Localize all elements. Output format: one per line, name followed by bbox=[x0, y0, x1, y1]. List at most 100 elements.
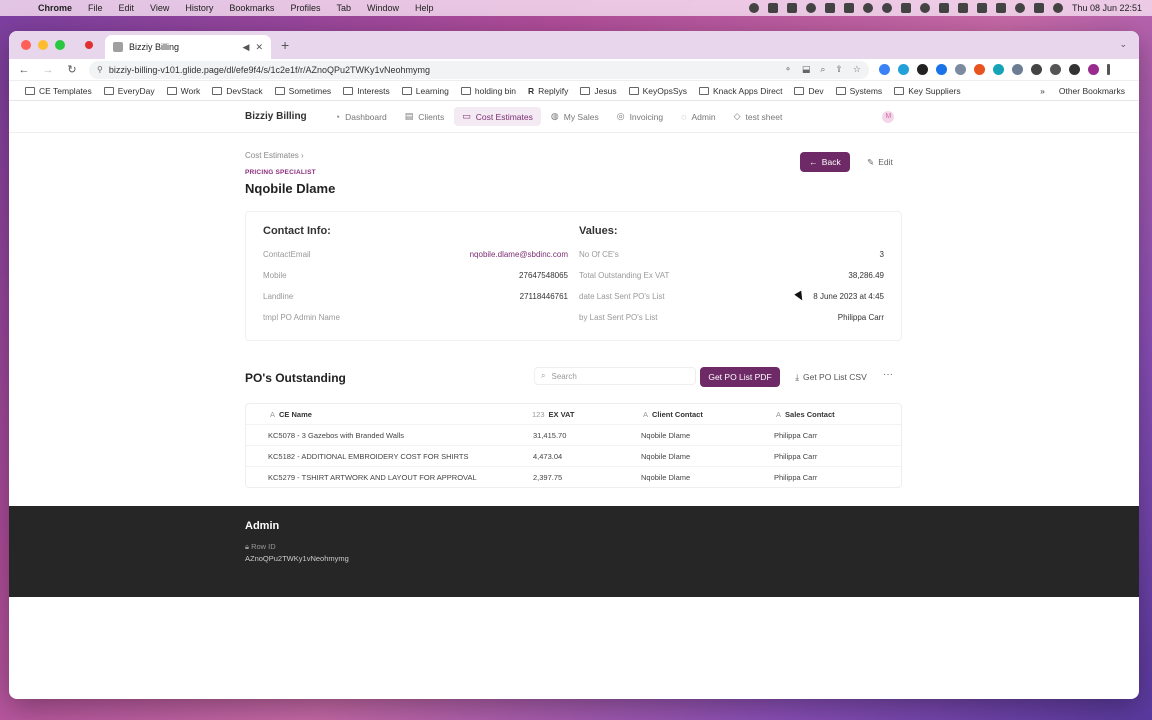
breadcrumb[interactable]: Cost Estimates › bbox=[245, 151, 304, 160]
menubar-clock[interactable]: Thu 08 Jun 22:51 bbox=[1072, 3, 1142, 13]
extension-icon-5[interactable] bbox=[955, 64, 966, 75]
extension-icon-2[interactable] bbox=[898, 64, 909, 75]
download-icon[interactable] bbox=[1050, 64, 1061, 75]
tab-search-icon[interactable]: ⌄ bbox=[1119, 39, 1127, 50]
site-info-icon[interactable]: ⚲ bbox=[97, 65, 103, 74]
extension-icon-1[interactable] bbox=[879, 64, 890, 75]
table-row[interactable]: KC5078 - 3 Gazebos with Branded Walls 31… bbox=[246, 425, 901, 446]
nav-test-sheet[interactable]: ◇ test sheet bbox=[726, 107, 791, 126]
table-row[interactable]: KC5182 - ADDITIONAL EMBROIDERY COST FOR … bbox=[246, 446, 901, 467]
bookmark-star-icon[interactable]: ☆ bbox=[853, 64, 861, 75]
bookmark-jesus[interactable]: Jesus bbox=[574, 86, 622, 96]
drive-icon[interactable] bbox=[862, 3, 873, 13]
volume-icon[interactable] bbox=[900, 3, 911, 13]
bookmark-sometimes[interactable]: Sometimes bbox=[269, 86, 338, 96]
column-header-sales-contact[interactable]: A Sales Contact bbox=[776, 410, 835, 419]
bookmark-learning[interactable]: Learning bbox=[396, 86, 455, 96]
zoom-window-icon[interactable] bbox=[55, 40, 65, 50]
install-icon[interactable]: ⬓ bbox=[802, 64, 811, 75]
location-icon[interactable] bbox=[767, 3, 778, 13]
nav-dashboard[interactable]: ◔ Dashboard bbox=[327, 108, 395, 126]
app-status-icon-2[interactable] bbox=[938, 3, 949, 13]
back-arrow-icon[interactable]: ← bbox=[17, 64, 31, 76]
share-icon[interactable]: ⇪ bbox=[835, 64, 843, 75]
settings-icon[interactable] bbox=[748, 3, 759, 13]
bookmark-interests[interactable]: Interests bbox=[337, 86, 396, 96]
address-bar[interactable]: ⚲ bizziy-billing-v101.glide.page/dl/efe9… bbox=[89, 60, 869, 79]
bookmark-knack-apps-direct[interactable]: Knack Apps Direct bbox=[693, 86, 788, 96]
browser-menu-icon[interactable] bbox=[1107, 64, 1110, 75]
bookmark-replyify[interactable]: R Replyify bbox=[522, 86, 574, 96]
zoom-icon[interactable]: ⌕ bbox=[820, 64, 825, 75]
nav-cost-estimates[interactable]: ▭ Cost Estimates bbox=[454, 107, 541, 126]
menubar-window[interactable]: Window bbox=[359, 3, 407, 13]
minimize-window-icon[interactable] bbox=[38, 40, 48, 50]
app-brand[interactable]: Bizziy Billing bbox=[245, 111, 307, 122]
get-po-list-pdf-button[interactable]: Get PO List PDF bbox=[700, 367, 780, 387]
microphone-icon[interactable] bbox=[786, 3, 797, 13]
forward-arrow-icon[interactable]: → bbox=[41, 64, 55, 76]
siri-icon[interactable] bbox=[1052, 3, 1063, 13]
bookmark-systems[interactable]: Systems bbox=[830, 86, 889, 96]
time-machine-icon[interactable] bbox=[919, 3, 930, 13]
nav-invoicing[interactable]: ◎ Invoicing bbox=[609, 107, 671, 126]
nav-clients[interactable]: ▤ Clients bbox=[397, 107, 453, 126]
column-header-client-contact[interactable]: A Client Contact bbox=[643, 410, 703, 419]
extension-icon-3[interactable] bbox=[917, 64, 928, 75]
get-po-list-csv-button[interactable]: ⤓ Get PO List CSV bbox=[788, 367, 874, 387]
new-tab-icon[interactable]: + bbox=[281, 37, 289, 53]
profile-icon[interactable] bbox=[1088, 64, 1099, 75]
menubar-history[interactable]: History bbox=[177, 3, 221, 13]
wifi-icon[interactable] bbox=[995, 3, 1006, 13]
tab-close-icon[interactable]: ✕ bbox=[255, 42, 263, 53]
table-row[interactable]: KC5279 - TSHIRT ARTWORK AND LAYOUT FOR A… bbox=[246, 467, 901, 488]
search-input[interactable]: ⌕ Search bbox=[534, 367, 696, 385]
more-options-button[interactable]: ··· bbox=[883, 369, 893, 380]
control-center-icon[interactable] bbox=[1033, 3, 1044, 13]
other-bookmarks[interactable]: Other Bookmarks bbox=[1051, 86, 1129, 96]
bookmark-key-suppliers[interactable]: Key Suppliers bbox=[888, 86, 966, 96]
battery-icon[interactable] bbox=[976, 3, 987, 13]
menubar-bookmarks[interactable]: Bookmarks bbox=[221, 3, 282, 13]
cloud-icon[interactable] bbox=[805, 3, 816, 13]
bookmarks-overflow-button[interactable]: » bbox=[1034, 86, 1051, 96]
menubar-edit[interactable]: Edit bbox=[111, 3, 143, 13]
extensions-puzzle-icon[interactable] bbox=[1031, 64, 1042, 75]
side-panel-icon[interactable] bbox=[1069, 64, 1080, 75]
address-url[interactable]: bizziy-billing-v101.glide.page/dl/efe9f4… bbox=[109, 65, 778, 75]
email-link[interactable]: nqobile.dlame@sbdinc.com bbox=[470, 250, 568, 259]
column-header-ex-vat[interactable]: 123 EX VAT bbox=[532, 410, 575, 419]
extension-icon-4[interactable] bbox=[936, 64, 947, 75]
bookmark-dev[interactable]: Dev bbox=[788, 86, 829, 96]
tab-audio-icon[interactable]: ◀ bbox=[243, 42, 250, 53]
bookmark-devstack[interactable]: DevStack bbox=[206, 86, 268, 96]
bluetooth-icon[interactable] bbox=[957, 3, 968, 13]
nav-admin[interactable]: ◌ Admin bbox=[673, 108, 723, 126]
extension-icon-6[interactable] bbox=[974, 64, 985, 75]
column-header-ce-name[interactable]: A CE Name bbox=[270, 410, 312, 419]
nav-my-sales[interactable]: ◍ My Sales bbox=[543, 107, 607, 126]
reload-icon[interactable]: ↻ bbox=[65, 63, 79, 76]
extension-icon-8[interactable] bbox=[1012, 64, 1023, 75]
back-button[interactable]: ← Back bbox=[800, 152, 850, 172]
app-status-icon[interactable] bbox=[824, 3, 835, 13]
menubar-profiles[interactable]: Profiles bbox=[282, 3, 328, 13]
bookmark-keyopssys[interactable]: KeyOpsSys bbox=[623, 86, 693, 96]
chrome-status-icon[interactable] bbox=[881, 3, 892, 13]
spotlight-icon[interactable] bbox=[1014, 3, 1025, 13]
menubar-file[interactable]: File bbox=[80, 3, 111, 13]
bookmark-work[interactable]: Work bbox=[161, 86, 207, 96]
menubar-help[interactable]: Help bbox=[407, 3, 442, 13]
mic-icon[interactable]: ⚬ bbox=[784, 64, 792, 75]
bookmark-holding-bin[interactable]: holding bin bbox=[455, 86, 522, 96]
menubar-tab[interactable]: Tab bbox=[328, 3, 359, 13]
menubar-view[interactable]: View bbox=[142, 3, 177, 13]
extension-icon-7[interactable] bbox=[993, 64, 1004, 75]
avatar[interactable]: M bbox=[882, 110, 895, 123]
browser-tab[interactable]: Bizziy Billing ◀ ✕ bbox=[105, 35, 271, 59]
dropbox-icon[interactable] bbox=[843, 3, 854, 13]
bookmark-ce-templates[interactable]: CE Templates bbox=[19, 86, 98, 96]
menubar-app-name[interactable]: Chrome bbox=[30, 3, 80, 13]
bookmark-everyday[interactable]: EveryDay bbox=[98, 86, 161, 96]
edit-button[interactable]: ✎ Edit bbox=[857, 152, 903, 172]
